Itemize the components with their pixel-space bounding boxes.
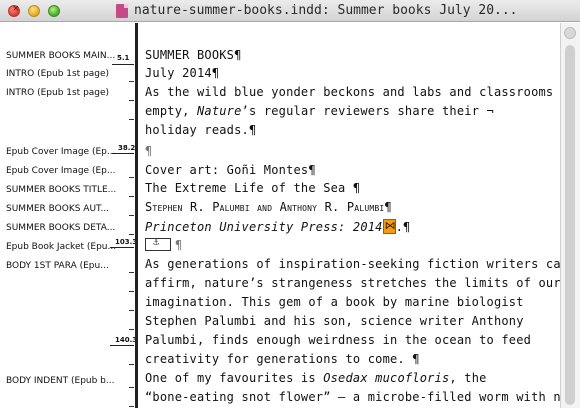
line-tick	[129, 406, 134, 407]
depth-rule	[112, 64, 134, 65]
style-label: SUMMER BOOKS MAIN...	[6, 51, 116, 61]
text-run: , the	[449, 371, 487, 385]
line-tick	[129, 100, 134, 101]
depth-measure: 103.3	[115, 238, 138, 246]
text-line: “bone-eating snot flower” — a microbe-fi…	[145, 390, 560, 404]
style-label: SUMMER BOOKS AUT...	[6, 204, 110, 214]
style-label: BODY 1ST PARA (Epu...	[6, 261, 109, 271]
close-icon: ×	[12, 4, 20, 14]
line-tick	[129, 387, 134, 388]
title-bar: × nature-summer-books.indd: Summer books…	[0, 0, 580, 22]
text-line: affirm, nature’s strangeness stretches t…	[145, 276, 560, 290]
line-tick	[129, 196, 134, 197]
text-line: Palumbi, finds enough weirdness in the o…	[145, 333, 532, 347]
story-text-area[interactable]: SUMMER BOOKS¶ July 2014¶ As the wild blu…	[138, 23, 560, 408]
window-title: nature-summer-books.indd: Summer books J…	[134, 3, 518, 18]
scroll-thumb[interactable]	[565, 45, 575, 405]
text-line: July 2014¶	[145, 66, 220, 80]
style-label: BODY INDENT (Epub b...	[6, 376, 115, 386]
minimize-window-button[interactable]	[28, 5, 40, 17]
line-tick	[129, 272, 134, 273]
style-label: INTRO (Epub 1st page)	[6, 88, 110, 98]
indesign-document-icon	[116, 4, 128, 18]
line-tick	[129, 329, 134, 330]
anchored-object-icon[interactable]	[145, 237, 171, 251]
style-label: Epub Cover Image (Ep...	[6, 166, 116, 176]
depth-measure: 140.3	[115, 336, 138, 344]
text-line: empty, Nature’s regular reviewers share …	[145, 104, 494, 118]
text-line: One of my favourites is Osedax mucoflori…	[145, 371, 487, 385]
text-line: The Extreme Life of the Sea ¶	[145, 181, 361, 195]
zoom-window-button[interactable]	[48, 5, 60, 17]
text-line: ¶	[145, 144, 153, 158]
text-line: Princeton University Press: 2014 .¶	[145, 219, 410, 234]
depth-rule	[110, 345, 134, 346]
text-line: As the wild blue yonder beckons and labs…	[145, 85, 554, 99]
text-run: One of my favourites is	[145, 371, 324, 385]
text-line: creativity for generations to come. ¶	[145, 352, 420, 366]
text-line: imagination. This gem of a book by marin…	[145, 295, 524, 309]
depth-measure: 38.2	[118, 144, 136, 152]
text-run: ¶	[175, 238, 183, 252]
text-line: SUMMER BOOKS¶	[145, 48, 242, 62]
text-run: ’s regular reviewers share their ¬	[241, 104, 494, 118]
line-tick	[129, 234, 134, 235]
italic-text: Osedax mucofloris	[323, 371, 450, 385]
style-label: SUMMER BOOKS TITLE...	[6, 185, 117, 195]
text-line: Stephen R. Palumbi and Anthony R. Palumb…	[145, 200, 392, 214]
italic-text: Nature	[196, 104, 242, 118]
style-label: INTRO (Epub 1st page)	[6, 69, 110, 79]
line-tick	[129, 310, 134, 311]
text-run: empty,	[145, 104, 197, 118]
line-tick	[129, 364, 134, 365]
paragraph-styles-column: SUMMER BOOKS MAIN... 5.1 INTRO (Epub 1st…	[0, 23, 138, 408]
line-tick	[129, 215, 134, 216]
depth-measure: 5.1	[117, 54, 130, 62]
text-line: Stephen Palumbi and his son, science wri…	[145, 314, 524, 328]
close-window-button[interactable]: ×	[8, 4, 20, 17]
line-tick	[129, 119, 134, 120]
scroll-up-button[interactable]	[564, 27, 576, 39]
line-tick	[129, 291, 134, 292]
style-label: SUMMER BOOKS DETA...	[6, 223, 116, 233]
text-run: .¶	[395, 220, 411, 234]
text-line: holiday reads.¶	[145, 123, 257, 137]
text-line: As generations of inspiration-seeking fi…	[145, 257, 560, 271]
line-tick	[129, 177, 134, 178]
text-line: Cover art: Goñi Montes¶	[145, 163, 316, 177]
italic-text: Princeton University Press: 2014	[145, 220, 383, 234]
note-marker-icon[interactable]	[382, 219, 396, 234]
line-tick	[129, 81, 134, 82]
style-label: Epub Cover Image (Ep...	[6, 147, 116, 157]
style-label: Epub Book Jacket (Epu...	[6, 242, 117, 252]
text-line: ¶	[145, 237, 183, 252]
